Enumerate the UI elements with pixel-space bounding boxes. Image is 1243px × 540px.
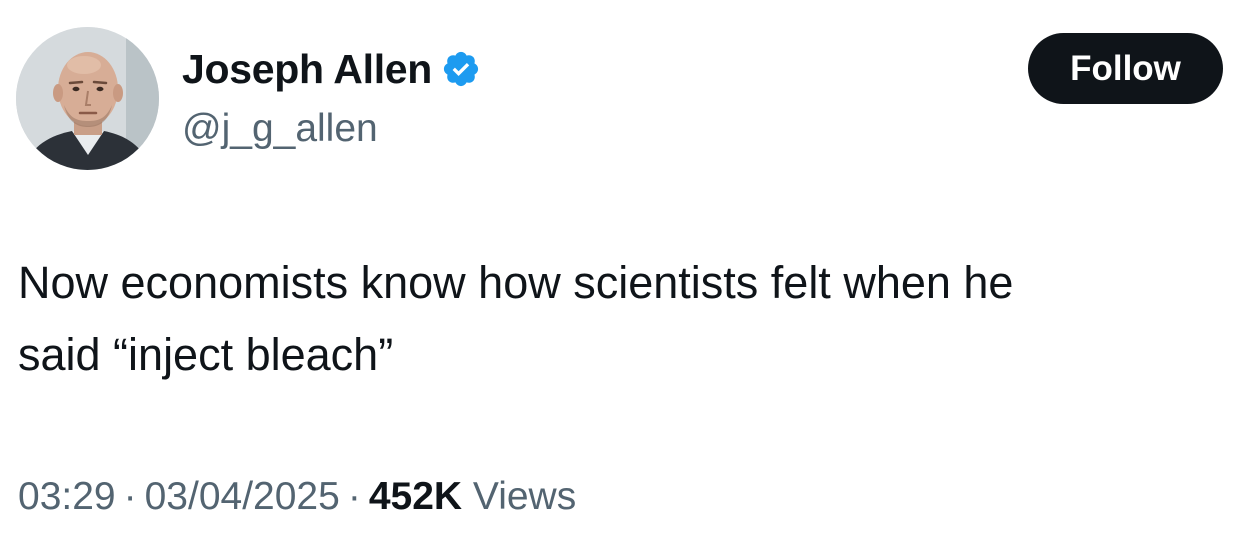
views-label: Views xyxy=(472,475,577,518)
follow-button[interactable]: Follow xyxy=(1028,33,1223,104)
tweet-text: Now economists know how scientists felt … xyxy=(18,247,1238,391)
author-display-name[interactable]: Joseph Allen xyxy=(182,44,432,94)
meta-separator: · xyxy=(123,475,137,518)
meta-separator: · xyxy=(347,475,361,518)
verified-badge-icon[interactable] xyxy=(441,49,481,89)
author-name-row: Joseph Allen xyxy=(182,44,481,94)
tweet-meta: 03:29 · 03/04/2025 · 452K Views xyxy=(18,470,576,524)
avatar-photo xyxy=(16,27,159,170)
tweet-date[interactable]: 03/04/2025 xyxy=(145,475,340,518)
tweet-time[interactable]: 03:29 xyxy=(18,475,116,518)
avatar[interactable] xyxy=(16,27,159,170)
tweet-text-line: said “inject bleach” xyxy=(18,329,394,380)
author-handle[interactable]: @j_g_allen xyxy=(182,104,378,154)
tweet-card: Joseph Allen @j_g_allen Follow Now econo… xyxy=(0,0,1243,540)
views-count[interactable]: 452K xyxy=(369,475,462,518)
tweet-text-line: Now economists know how scientists felt … xyxy=(18,257,1014,308)
